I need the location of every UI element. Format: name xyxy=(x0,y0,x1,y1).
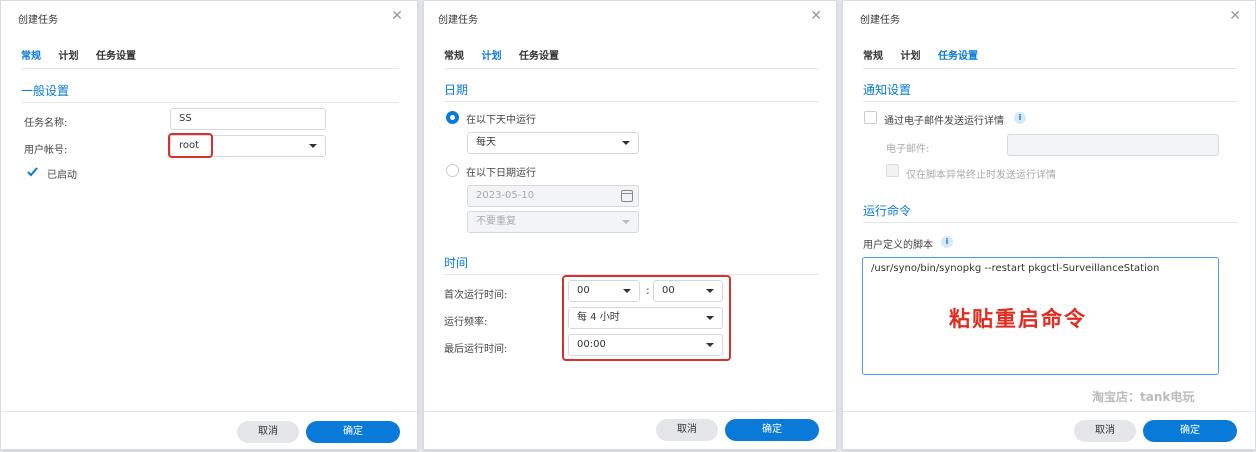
user-account-label: 用户帐号: xyxy=(24,145,68,156)
section-notification-settings: 通知设置 xyxy=(863,81,1237,102)
close-icon[interactable]: ✕ xyxy=(810,9,822,23)
abnormal-only-label: 仅在脚本异常终止时发送运行详情 xyxy=(906,170,1056,181)
checkmark-icon[interactable] xyxy=(26,165,39,178)
ok-button[interactable]: 确定 xyxy=(725,419,819,441)
task-name-label: 任务名称: xyxy=(24,118,68,129)
run-on-date-label: 在以下日期运行 xyxy=(466,168,536,179)
tab-schedule[interactable]: 计划 xyxy=(59,47,79,69)
chevron-down-icon xyxy=(622,141,630,145)
cancel-button[interactable]: 取消 xyxy=(656,419,718,441)
tab-general[interactable]: 常规 xyxy=(444,47,464,69)
frequency-label: 运行频率: xyxy=(444,317,488,328)
dialog-footer: 取消 确定 xyxy=(1,411,417,451)
tab-task-settings[interactable]: 任务设置 xyxy=(519,47,559,69)
highlight-box xyxy=(562,275,731,361)
create-task-dialog-general: 创建任务 ✕ 常规 计划 任务设置 一般设置 任务名称: SS 用户帐号: ro… xyxy=(0,0,418,450)
user-defined-script-label: 用户定义的脚本 xyxy=(863,240,933,251)
cancel-button[interactable]: 取消 xyxy=(237,421,299,443)
last-run-time-label: 最后运行时间: xyxy=(444,344,508,355)
info-icon[interactable]: i xyxy=(941,236,953,248)
tab-schedule[interactable]: 计划 xyxy=(482,47,502,69)
close-icon[interactable]: ✕ xyxy=(391,9,403,23)
email-input[interactable] xyxy=(1007,134,1219,156)
ok-button[interactable]: 确定 xyxy=(306,421,400,443)
first-run-time-label: 首次运行时间: xyxy=(444,290,508,301)
email-details-checkbox[interactable] xyxy=(864,111,877,124)
tab-bar: 常规 计划 任务设置 xyxy=(444,47,818,69)
ok-button[interactable]: 确定 xyxy=(1143,420,1237,442)
section-date: 日期 xyxy=(444,81,818,102)
info-icon[interactable]: i xyxy=(1014,112,1026,124)
tab-general[interactable]: 常规 xyxy=(863,47,883,69)
dialog-title: 创建任务 xyxy=(18,15,58,26)
dialog-footer: 取消 确定 xyxy=(424,411,836,451)
dialog-title: 创建任务 xyxy=(860,15,900,26)
repeat-select[interactable]: 不要重复 xyxy=(467,211,639,233)
radio-run-on-date[interactable] xyxy=(446,164,459,177)
email-label: 电子邮件: xyxy=(886,144,930,155)
calendar-icon xyxy=(621,190,633,202)
annotation-text: 粘贴重启命令 xyxy=(949,307,1087,331)
date-input[interactable]: 2023-05-10 xyxy=(467,185,639,207)
days-select[interactable]: 每天 xyxy=(467,132,639,154)
abnormal-only-checkbox[interactable] xyxy=(886,164,899,177)
days-value: 每天 xyxy=(476,137,496,148)
tab-bar: 常规 计划 任务设置 xyxy=(21,47,399,69)
run-on-days-label: 在以下天中运行 xyxy=(466,115,536,126)
highlight-box xyxy=(168,133,213,158)
create-task-dialog-task-settings: 创建任务 ✕ 常规 计划 任务设置 通知设置 通过电子邮件发送运行详情 i 电子… xyxy=(842,0,1256,450)
create-task-dialog-schedule: 创建任务 ✕ 常规 计划 任务设置 日期 在以下天中运行 每天 在以下日期运行 … xyxy=(423,0,837,450)
task-name-input[interactable]: SS xyxy=(170,108,326,130)
tab-bar: 常规 计划 任务设置 xyxy=(863,47,1237,69)
cancel-button[interactable]: 取消 xyxy=(1074,420,1136,442)
repeat-value: 不要重复 xyxy=(476,216,516,227)
watermark: 淘宝店：tank电玩 xyxy=(1092,390,1195,404)
section-general-settings: 一般设置 xyxy=(21,82,399,103)
section-time: 时间 xyxy=(444,254,818,275)
tab-task-settings[interactable]: 任务设置 xyxy=(96,47,136,69)
section-run-command: 运行命令 xyxy=(863,202,1237,223)
email-details-label: 通过电子邮件发送运行详情 xyxy=(884,116,1004,127)
chevron-down-icon xyxy=(309,144,317,148)
radio-run-on-days[interactable] xyxy=(446,111,459,124)
close-icon[interactable]: ✕ xyxy=(1229,9,1241,23)
dialog-footer: 取消 确定 xyxy=(843,411,1255,451)
chevron-down-icon xyxy=(622,220,630,224)
date-value: 2023-05-10 xyxy=(476,190,535,201)
tab-schedule[interactable]: 计划 xyxy=(901,47,921,69)
enabled-label: 已启动 xyxy=(47,170,77,181)
dialog-title: 创建任务 xyxy=(438,15,478,26)
tab-general[interactable]: 常规 xyxy=(21,47,41,69)
tab-task-settings[interactable]: 任务设置 xyxy=(938,47,978,69)
